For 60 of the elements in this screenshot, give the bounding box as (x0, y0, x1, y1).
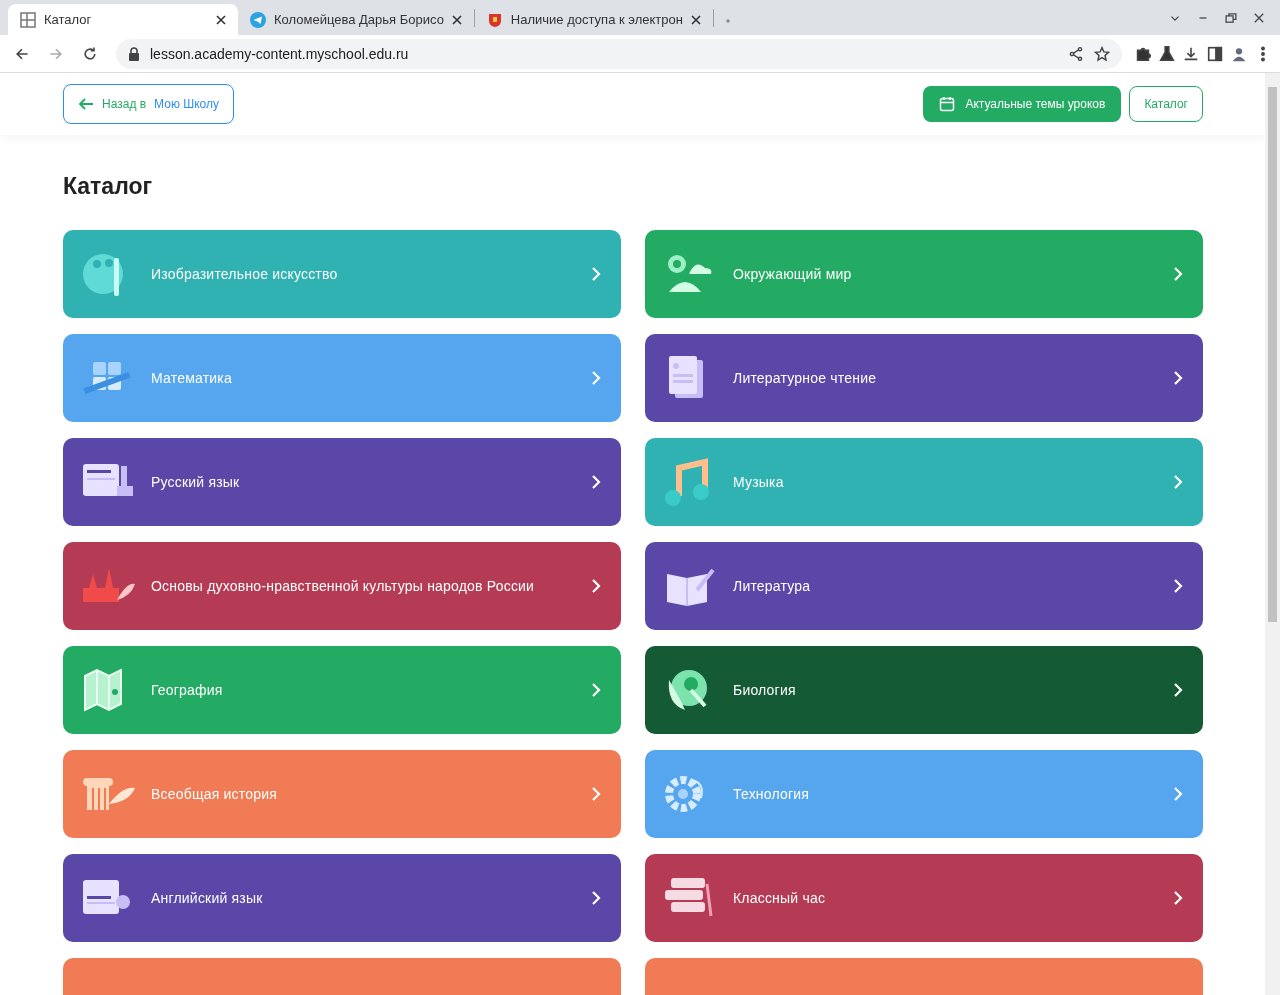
close-icon[interactable] (451, 14, 462, 25)
browser-tab[interactable]: Наличие доступа к электрон (474, 4, 713, 35)
subject-title: География (151, 682, 224, 698)
chevron-right-icon (1173, 474, 1183, 490)
chevron-right-icon (1173, 682, 1183, 698)
subject-title: Английский язык (151, 890, 264, 906)
close-icon[interactable] (690, 14, 701, 25)
chevron-right-icon (591, 474, 601, 490)
chevron-right-icon (1173, 370, 1183, 386)
subject-card[interactable]: Английский язык (63, 854, 621, 942)
subject-title: Русский язык (151, 474, 241, 490)
subject-card[interactable]: Русский язык (63, 438, 621, 526)
browser-tab[interactable]: Коломейцева Дарья Борисо (238, 4, 474, 35)
subject-title: Изобразительное искусство (151, 266, 339, 282)
subject-title: Окружающий мир (733, 266, 853, 282)
subject-card[interactable]: Литература (645, 542, 1203, 630)
shield-icon (486, 11, 503, 28)
lock-icon (128, 46, 140, 61)
chevron-right-icon (1173, 786, 1183, 802)
calendar-icon (939, 96, 956, 112)
flask-icon[interactable] (1158, 44, 1176, 63)
chevron-right-icon (591, 266, 601, 282)
chevron-right-icon (591, 786, 601, 802)
grid-icon (20, 11, 36, 28)
subject-title: Математика (151, 370, 233, 386)
chevron-right-icon (1173, 890, 1183, 906)
arrow-left-icon (78, 97, 94, 111)
catalog-button[interactable]: Каталог (1129, 86, 1203, 122)
chevron-right-icon (591, 890, 601, 906)
star-icon[interactable] (1094, 45, 1110, 62)
chevron-right-icon (1173, 266, 1183, 282)
current-topics-button[interactable]: Актуальные темы уроков (923, 86, 1122, 122)
subject-card[interactable]: Основы духовно-нравственной культуры народов России (63, 542, 621, 630)
chevron-right-icon (591, 370, 601, 386)
address-bar[interactable]: lesson.academy-content.myschool.edu.ru (116, 38, 1122, 69)
subject-title: Музыка (733, 474, 785, 490)
scrollbar-thumb[interactable] (1268, 87, 1277, 622)
subject-title: Литература (733, 578, 812, 594)
subject-card[interactable]: География (63, 646, 621, 734)
subject-title: Технология (733, 786, 811, 802)
chevron-right-icon (1173, 578, 1183, 594)
page-title: Каталог (63, 173, 154, 200)
subject-title: Биология (733, 682, 797, 698)
restore-icon[interactable] (1224, 10, 1238, 25)
subject-card[interactable]: Биология (645, 646, 1203, 734)
subject-title: Литературное чтение (733, 370, 878, 386)
subject-card[interactable]: Классный час (645, 854, 1203, 942)
back-to-school-button[interactable]: Назад в Мою Школу (63, 84, 235, 124)
subject-title: Всеобщая история (151, 786, 278, 802)
subject-title: Классный час (733, 890, 827, 906)
subject-title: Основы духовно-нравственной культуры народов России (151, 578, 536, 594)
chevron-right-icon (591, 682, 601, 698)
close-icon[interactable] (216, 14, 226, 25)
sidebar-icon[interactable] (1206, 44, 1224, 63)
subject-card[interactable]: Окружающий мир (645, 230, 1203, 318)
subject-card[interactable]: Литературное чтение (645, 334, 1203, 422)
chevron-right-icon (591, 578, 601, 594)
share-icon[interactable] (1068, 45, 1084, 62)
paper-plane-icon (250, 11, 266, 28)
browser-tab[interactable]: Каталог (8, 4, 238, 35)
